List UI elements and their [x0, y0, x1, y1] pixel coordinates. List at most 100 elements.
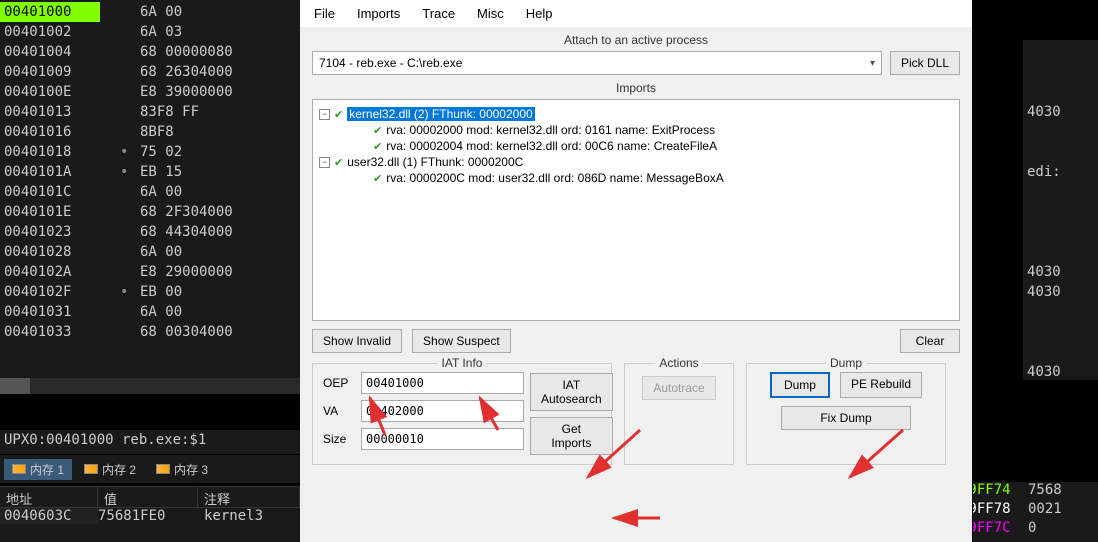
oep-input[interactable] — [361, 372, 524, 394]
tree-label: rva: 00002004 mod: kernel32.dll ord: 00C… — [386, 139, 717, 153]
check-icon: ✔ — [373, 124, 382, 137]
register-row: 4030 — [1027, 264, 1094, 284]
show-invalid-button[interactable]: Show Invalid — [312, 329, 402, 353]
register-row — [1027, 304, 1094, 324]
size-label: Size — [323, 432, 353, 446]
register-row — [1027, 44, 1094, 64]
check-icon: ✔ — [373, 172, 382, 185]
memory-tab-3[interactable]: 内存 3 — [148, 459, 216, 480]
imports-tree[interactable]: − ✔ kernel32.dll (2) FThunk: 00002000 ✔ … — [312, 99, 960, 321]
attach-title: Attach to an active process — [300, 33, 972, 47]
memory-header-comment: 注释 — [198, 487, 300, 507]
memory-tab-label: 内存 3 — [174, 461, 208, 478]
disasm-row[interactable]: 0040101E68 2F304000 — [0, 202, 300, 222]
disasm-row[interactable]: 004010168BF8 — [0, 122, 300, 142]
va-input[interactable] — [361, 400, 524, 422]
disasm-row[interactable]: 0040102F•EB 00 — [0, 282, 300, 302]
disasm-row[interactable]: 0040102368 44304000 — [0, 222, 300, 242]
pick-dll-button[interactable]: Pick DLL — [890, 51, 960, 75]
memory-body[interactable]: 0040603C 75681FE0 kernel3 — [0, 508, 300, 542]
size-input[interactable] — [361, 428, 524, 450]
memory-header-val: 值 — [98, 487, 198, 507]
disasm-row[interactable]: 0040101383F8 FF — [0, 102, 300, 122]
tree-node-exitprocess[interactable]: ✔ rva: 00002000 mod: kernel32.dll ord: 0… — [317, 122, 955, 138]
register-row — [1027, 144, 1094, 164]
disasm-row[interactable]: 0040102AE8 29000000 — [0, 262, 300, 282]
memory-tab-1[interactable]: 内存 1 — [4, 459, 72, 480]
memory-header: 地址 值 注释 — [0, 486, 300, 508]
stack-row[interactable]: 19FF780021 — [958, 501, 1098, 520]
register-row — [1027, 344, 1094, 364]
menu-trace[interactable]: Trace — [418, 4, 459, 23]
mem-icon — [12, 464, 26, 474]
autotrace-button: Autotrace — [642, 376, 715, 400]
tree-label: rva: 00002000 mod: kernel32.dll ord: 016… — [386, 123, 715, 137]
collapse-icon[interactable]: − — [319, 109, 330, 120]
disassembly-pane[interactable]: 004010006A 00004010026A 030040100468 000… — [0, 0, 300, 380]
memory-tab-label: 内存 1 — [30, 461, 64, 478]
register-row — [1027, 324, 1094, 344]
register-row: 4030 — [1027, 104, 1094, 124]
scylla-dialog: File Imports Trace Misc Help Attach to a… — [300, 0, 973, 542]
imports-title: Imports — [300, 81, 972, 95]
stack-row[interactable]: 19FF7C0 — [958, 520, 1098, 539]
register-row: edi: — [1027, 164, 1094, 184]
disasm-row[interactable]: 004010316A 00 — [0, 302, 300, 322]
process-select-value: 7104 - reb.exe - C:\reb.exe — [319, 56, 462, 70]
register-row — [1027, 184, 1094, 204]
register-row — [1027, 244, 1094, 264]
memory-tab-label: 内存 2 — [102, 461, 136, 478]
tree-node-user32[interactable]: − ✔ user32.dll (1) FThunk: 0000200C — [317, 154, 955, 170]
disasm-row[interactable]: 0040103368 00304000 — [0, 322, 300, 342]
memory-row-comment: kernel3 — [198, 508, 263, 524]
disasm-row[interactable]: 0040100468 00000080 — [0, 42, 300, 62]
check-icon: ✔ — [334, 108, 343, 121]
disasm-row[interactable]: 0040101A•EB 15 — [0, 162, 300, 182]
get-imports-button[interactable]: Get Imports — [530, 417, 613, 455]
show-suspect-button[interactable]: Show Suspect — [412, 329, 511, 353]
iat-info-group: IAT Info OEP VA Size IAT Autosearch Get … — [312, 363, 612, 465]
status-bar: UPX0:00401000 reb.exe:$1 — [0, 430, 300, 454]
disasm-row[interactable]: 0040100EE8 39000000 — [0, 82, 300, 102]
disasm-row[interactable]: 004010286A 00 — [0, 242, 300, 262]
memory-header-addr: 地址 — [0, 487, 98, 507]
iat-autosearch-button[interactable]: IAT Autosearch — [530, 373, 613, 411]
check-icon: ✔ — [334, 156, 343, 169]
menu-file[interactable]: File — [310, 4, 339, 23]
pe-rebuild-button[interactable]: PE Rebuild — [840, 372, 922, 398]
registers-pane: 4030edi:403040304030 — [1023, 40, 1098, 380]
disasm-row[interactable]: 004010006A 00 — [0, 2, 300, 22]
actions-title: Actions — [655, 356, 702, 370]
actions-group: Actions Autotrace — [624, 363, 734, 465]
tree-label: rva: 0000200C mod: user32.dll ord: 086D … — [386, 171, 724, 185]
tree-node-kernel32[interactable]: − ✔ kernel32.dll (2) FThunk: 00002000 — [317, 106, 955, 122]
collapse-icon[interactable]: − — [319, 157, 330, 168]
tree-node-createfilea[interactable]: ✔ rva: 00002004 mod: kernel32.dll ord: 0… — [317, 138, 955, 154]
clear-button[interactable]: Clear — [900, 329, 960, 353]
fix-dump-button[interactable]: Fix Dump — [781, 406, 911, 430]
disasm-row[interactable]: 00401018•75 02 — [0, 142, 300, 162]
dump-button[interactable]: Dump — [770, 372, 830, 398]
dump-title: Dump — [826, 356, 866, 370]
register-row — [1027, 124, 1094, 144]
memory-tab-2[interactable]: 内存 2 — [76, 459, 144, 480]
process-select[interactable]: 7104 - reb.exe - C:\reb.exe ▾ — [312, 51, 882, 75]
menu-misc[interactable]: Misc — [473, 4, 508, 23]
stack-row[interactable]: 19FF747568 — [958, 482, 1098, 501]
va-label: VA — [323, 404, 353, 418]
menu-imports[interactable]: Imports — [353, 4, 404, 23]
dump-group: Dump Dump PE Rebuild Fix Dump — [746, 363, 946, 465]
mem-icon — [156, 464, 170, 474]
tree-node-messageboxa[interactable]: ✔ rva: 0000200C mod: user32.dll ord: 086… — [317, 170, 955, 186]
stack-pane[interactable]: 19FF74756819FF78002119FF7C0 — [958, 482, 1098, 542]
disasm-row[interactable]: 0040100968 26304000 — [0, 62, 300, 82]
menu-help[interactable]: Help — [522, 4, 557, 23]
register-row: 4030 — [1027, 364, 1094, 384]
register-row: 4030 — [1027, 284, 1094, 304]
disasm-row[interactable]: 004010026A 03 — [0, 22, 300, 42]
memory-row-val: 75681FE0 — [98, 508, 198, 524]
disasm-row[interactable]: 0040101C6A 00 — [0, 182, 300, 202]
register-row — [1027, 204, 1094, 224]
disasm-scrollbar[interactable] — [0, 378, 300, 394]
tree-label-user32: user32.dll (1) FThunk: 0000200C — [347, 155, 523, 169]
